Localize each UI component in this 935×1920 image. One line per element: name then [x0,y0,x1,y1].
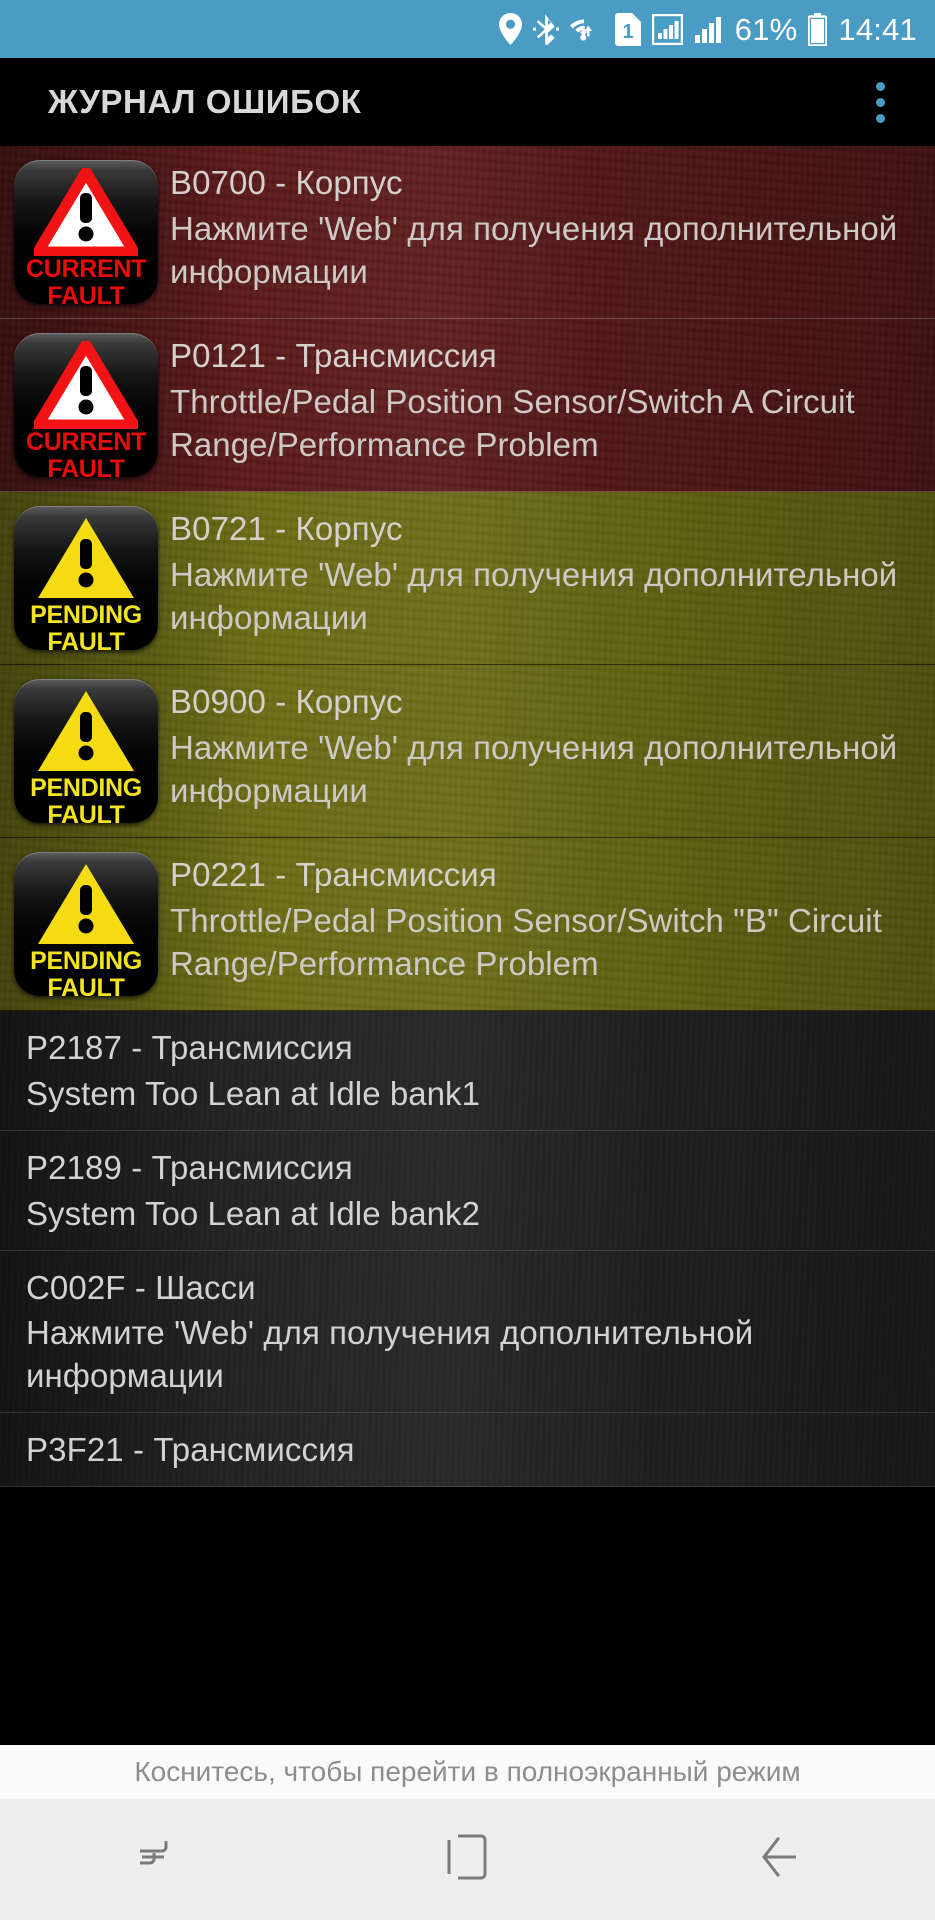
fault-text-block: C002F - Шасси Нажмите 'Web' для получения… [26,1265,925,1399]
fault-badge-label: PENDING [30,601,142,629]
warning-triangle-yellow-icon [34,860,138,948]
battery-icon [808,12,828,46]
fault-badge: PENDING FAULT [14,852,158,996]
fault-badge: CURRENT FAULT [14,333,158,477]
warning-triangle-yellow-icon: PENDING FAULT [14,852,158,996]
recents-icon [134,1835,178,1884]
fault-description-label: Throttle/Pedal Position Sensor/Switch A … [170,382,855,463]
fault-code-label: B0700 - Корпус [170,164,403,201]
back-button[interactable] [704,1799,854,1920]
fault-row[interactable]: P2187 - Трансмиссия System Too Lean at Id… [0,1011,935,1131]
battery-percent-label: 61% [734,11,798,47]
fault-code-label: P0221 - Трансмиссия [170,856,497,893]
fullscreen-hint-bar[interactable]: Коснитесь, чтобы перейти в полноэкранный… [0,1745,935,1799]
fault-text-block: P3F21 - Трансмиссия [26,1427,925,1472]
fault-badge: CURRENT FAULT [14,160,158,304]
fault-text-block: P0121 - Трансмиссия Throttle/Pedal Positi… [170,333,925,467]
warning-triangle-yellow-icon [34,514,138,602]
fault-row[interactable]: CURRENT FAULT P0121 - Трансмиссия Throttle/… [0,319,935,492]
fault-code-label: P3F21 - Трансмиссия [26,1431,355,1469]
fault-badge-label: CURRENT [25,428,147,456]
page-title: ЖУРНАЛ ОШИБОК [48,83,362,120]
fault-badge-label: FAULT [47,281,125,304]
fault-row[interactable]: CURRENT FAULT B0700 - Корпус Нажмите 'Web' … [0,146,935,319]
back-icon [758,1834,800,1885]
fault-description-label: System Too Lean at Idle bank1 [26,1074,480,1112]
wifi-icon [569,13,604,45]
fault-row[interactable]: P2189 - Трансмиссия System Too Lean at Id… [0,1131,935,1251]
fault-code-label: P2189 - Трансмиссия [26,1148,353,1186]
home-icon [447,1834,487,1885]
fault-description-label: Нажмите 'Web' для получения дополнительн… [26,1314,754,1395]
signal-bars-2-icon [694,14,724,45]
bluetooth-icon [532,13,559,45]
fault-row[interactable]: P3F21 - Трансмиссия [0,1413,935,1488]
fault-row[interactable]: PENDING FAULT B0721 - Корпус Нажмите 'Web' … [0,492,935,665]
warning-triangle-yellow-icon: PENDING FAULT [14,506,158,650]
overflow-menu-button[interactable] [864,72,897,133]
warning-triangle-red-icon [34,341,138,429]
fault-text-block: P2187 - Трансмиссия System Too Lean at Id… [26,1025,925,1116]
fault-row[interactable]: C002F - Шасси Нажмите 'Web' для получения… [0,1251,935,1414]
warning-triangle-yellow-icon [34,687,138,775]
overflow-dot-icon [876,81,885,91]
fault-badge-label: FAULT [47,454,125,477]
fault-description-label: Нажмите 'Web' для получения дополнительн… [170,555,898,636]
fault-row[interactable]: PENDING FAULT P0221 - Трансмиссия Throttle/… [0,838,935,1011]
fault-description-label: Нажмите 'Web' для получения дополнительн… [170,728,898,809]
fault-description-label: Throttle/Pedal Position Sensor/Switch "B… [170,901,882,982]
app-bar: ЖУРНАЛ ОШИБОК [0,58,935,146]
fullscreen-hint-label: Коснитесь, чтобы перейти в полноэкранный… [134,1756,801,1787]
recents-button[interactable] [81,1799,231,1920]
fault-text-block: B0900 - Корпус Нажмите 'Web' для получени… [170,679,925,813]
fault-code-label: P2187 - Трансмиссия [26,1029,353,1066]
svg-text:1: 1 [622,21,633,43]
warning-triangle-yellow-icon: PENDING FAULT [14,679,158,823]
fault-badge-label: PENDING [30,947,142,975]
overflow-dot-icon [876,97,885,107]
fault-text-block: B0721 - Корпус Нажмите 'Web' для получени… [170,506,925,640]
fault-text-block: B0700 - Корпус Нажмите 'Web' для получени… [170,160,925,294]
fault-text-block: P0221 - Трансмиссия Throttle/Pedal Positi… [170,852,925,986]
fault-code-label: C002F - Шасси [26,1268,256,1306]
status-bar: 1 61% 14:41 [0,0,935,58]
fault-description-label: System Too Lean at Idle bank2 [26,1194,480,1232]
warning-triangle-red-icon: CURRENT FAULT [14,333,158,477]
android-navigation-bar [0,1799,935,1920]
fault-badge-label: FAULT [47,627,125,650]
fault-code-label: B0900 - Корпус [170,683,403,720]
signal-bars-1-icon [651,13,683,45]
fault-description-label: Нажмите 'Web' для получения дополнительн… [170,209,898,290]
fault-row[interactable]: PENDING FAULT B0900 - Корпус Нажмите 'Web' … [0,665,935,838]
fault-badge-label: FAULT [47,973,125,996]
sim1-icon: 1 [614,12,641,46]
fault-badge-label: PENDING [30,774,142,802]
warning-triangle-red-icon: CURRENT FAULT [14,160,158,304]
fault-badge-label: FAULT [47,800,125,823]
fault-badge: PENDING FAULT [14,679,158,823]
fault-text-block: P2189 - Трансмиссия System Too Lean at Id… [26,1145,925,1236]
fault-log-list[interactable]: CURRENT FAULT B0700 - Корпус Нажмите 'Web' … [0,146,935,1920]
fault-badge: PENDING FAULT [14,506,158,650]
overflow-dot-icon [876,113,885,123]
fault-code-label: B0721 - Корпус [170,510,403,547]
clock-label: 14:41 [838,11,917,47]
fault-code-label: P0121 - Трансмиссия [170,337,497,374]
location-pin-icon [498,13,522,45]
home-button[interactable] [392,1799,542,1920]
warning-triangle-red-icon [34,168,138,256]
fault-badge-label: CURRENT [25,255,147,283]
